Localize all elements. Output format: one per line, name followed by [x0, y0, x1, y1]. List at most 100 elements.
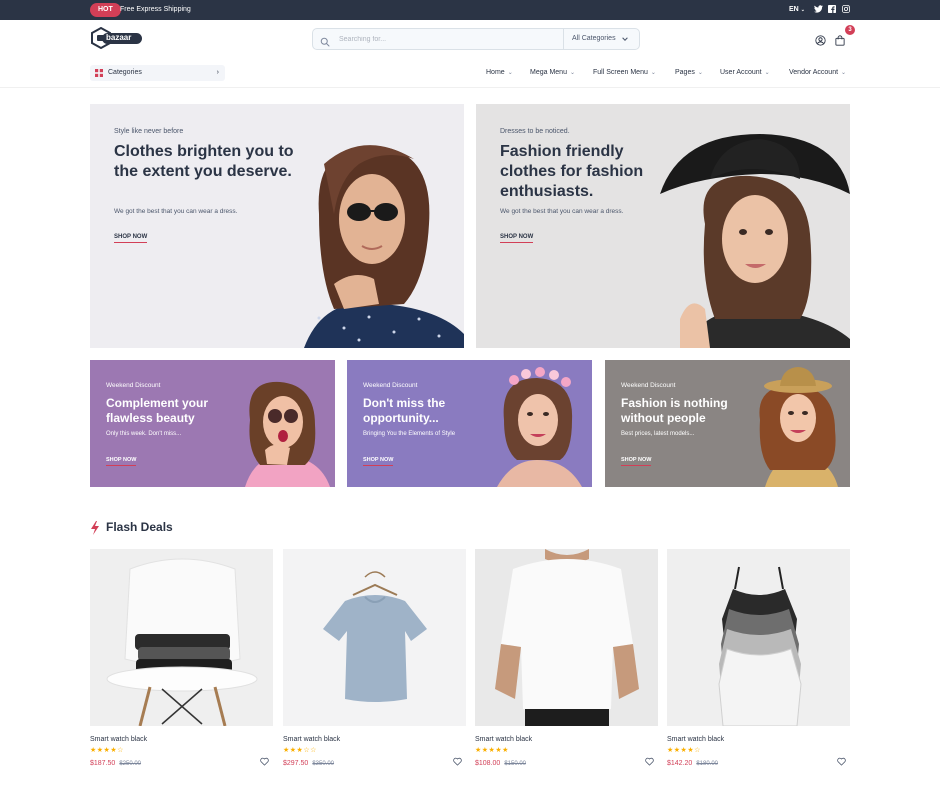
chevron-right-icon: ›: [216, 69, 219, 76]
promo-title: Complement your flawless beauty: [106, 396, 209, 425]
promo-shop-now-link[interactable]: SHOP NOW: [363, 457, 394, 466]
hero-description: We got the best that you can wear a dres…: [500, 208, 624, 215]
product-old-price: $350.00: [312, 761, 335, 767]
product-old-price: $180.00: [696, 761, 719, 767]
hero-model-image: [304, 145, 464, 348]
twitter-icon[interactable]: [813, 4, 823, 14]
promo-shop-now-link[interactable]: SHOP NOW: [621, 457, 652, 466]
nav-user-account[interactable]: User Account ⌄: [720, 67, 770, 79]
product-price: $142.20 $180.00: [667, 760, 718, 767]
product-current-price: $187.50: [90, 760, 116, 767]
hero-title: Clothes brighten you to the extent you d…: [114, 143, 294, 180]
facebook-icon[interactable]: [827, 4, 837, 14]
chevron-down-icon: [622, 37, 628, 41]
product-price: $297.50 $350.00: [283, 760, 334, 767]
chevron-down-icon: ⌄: [764, 70, 770, 76]
product-image[interactable]: [475, 549, 658, 726]
product-name[interactable]: Smart watch black: [667, 736, 724, 743]
hero-banner-1: Style like never before Clothes brighten…: [90, 104, 464, 348]
product-current-price: $297.50: [283, 760, 309, 767]
product-image[interactable]: [90, 549, 273, 726]
grid-icon: [95, 69, 103, 77]
nav-divider: [0, 87, 940, 88]
promo-model-image: [759, 367, 838, 487]
promo-description: Bringing You the Elements of Style: [363, 431, 456, 437]
user-icon[interactable]: [815, 33, 826, 51]
hero-shop-now-link[interactable]: SHOP NOW: [114, 234, 148, 243]
hot-badge: HOT: [90, 3, 121, 17]
nav-mega-menu[interactable]: Mega Menu ⌄: [530, 67, 575, 79]
promo-model-image: [245, 381, 330, 487]
product-name[interactable]: Smart watch black: [283, 736, 340, 743]
chair-with-clothes-image: [106, 558, 258, 726]
chevron-down-icon: ⌄: [697, 70, 703, 76]
bazaar-logo[interactable]: bazaar: [90, 26, 144, 50]
product-rating: ★★★☆☆: [283, 747, 317, 754]
promo-eyebrow: Weekend Discount: [621, 382, 676, 389]
product-rating: ★★★★★: [475, 747, 509, 754]
shopping-bag-icon[interactable]: [835, 33, 845, 51]
category-dropdown[interactable]: All Categories: [564, 29, 640, 49]
promo-card-3: Weekend Discount Fashion is nothing with…: [605, 360, 850, 487]
language-selector[interactable]: EN ⌄: [789, 4, 805, 16]
nav-user-account-label: User Account: [720, 69, 762, 76]
hero-shop-now-link[interactable]: SHOP NOW: [500, 234, 534, 243]
product-name[interactable]: Smart watch black: [90, 736, 147, 743]
hero-eyebrow: Dresses to be noticed.: [500, 128, 570, 135]
heart-icon[interactable]: [260, 753, 269, 771]
heart-icon[interactable]: [453, 753, 462, 771]
cart-count-badge: 3: [845, 25, 855, 35]
product-current-price: $108.00: [475, 760, 501, 767]
heart-icon[interactable]: [645, 753, 654, 771]
search-input[interactable]: [339, 31, 559, 47]
product-rating: ★★★★☆: [90, 747, 124, 754]
nav-full-screen-menu-label: Full Screen Menu: [593, 69, 648, 76]
nav-vendor-account-label: Vendor Account: [789, 69, 839, 76]
tshirt-image: [323, 571, 427, 702]
nav-pages-label: Pages: [675, 69, 695, 76]
product-rating: ★★★★☆: [667, 747, 701, 754]
nav-full-screen-menu[interactable]: Full Screen Menu ⌄: [593, 67, 656, 79]
product-name[interactable]: Smart watch black: [475, 736, 532, 743]
white-shirt-model-image: [495, 549, 639, 726]
nav-vendor-account[interactable]: Vendor Account ⌄: [789, 67, 846, 79]
product-price: $187.50 $250.00: [90, 760, 141, 767]
promo-eyebrow: Weekend Discount: [106, 382, 161, 389]
product-image[interactable]: [283, 549, 466, 726]
hero-title: Fashion friendly clothes for fashion ent…: [500, 143, 644, 200]
hero-banner-2: Dresses to be noticed. Fashion friendly …: [476, 104, 850, 348]
chevron-down-icon: ⌄: [650, 70, 656, 76]
promo-description: Only this week. Don't miss...: [106, 431, 182, 437]
categories-label: Categories: [108, 69, 142, 76]
instagram-icon[interactable]: [841, 4, 851, 14]
nav-mega-menu-label: Mega Menu: [530, 69, 567, 76]
categories-button[interactable]: Categories ›: [90, 65, 225, 81]
chevron-down-icon: ⌄: [569, 70, 575, 76]
product-current-price: $142.20: [667, 760, 693, 767]
lightning-icon: [90, 521, 100, 540]
nav-pages[interactable]: Pages ⌄: [675, 67, 703, 79]
promo-shop-now-link[interactable]: SHOP NOW: [106, 457, 137, 466]
promo-model-image: [497, 367, 582, 487]
search-icon[interactable]: [320, 34, 330, 52]
nav-home-label: Home: [486, 69, 505, 76]
language-label: EN: [789, 6, 799, 13]
hero-eyebrow: Style like never before: [114, 128, 184, 135]
promo-title: Don't miss the opportunity...: [363, 396, 446, 425]
logo-text: bazaar: [106, 33, 132, 42]
promo-eyebrow: Weekend Discount: [363, 382, 418, 389]
tank-tops-image: [718, 566, 802, 726]
category-dropdown-label: All Categories: [572, 35, 616, 42]
chevron-down-icon: ⌄: [841, 70, 847, 76]
top-bar: HOT Free Express Shipping EN ⌄: [0, 0, 940, 20]
nav-home[interactable]: Home ⌄: [486, 67, 513, 79]
hero-model-image: [660, 134, 850, 348]
heart-icon[interactable]: [837, 753, 846, 771]
chevron-down-icon: ⌄: [507, 70, 513, 76]
product-price: $108.00 $150.00: [475, 760, 526, 767]
product-image[interactable]: [667, 549, 850, 726]
product-old-price: $250.00: [119, 761, 142, 767]
hero-description: We got the best that you can wear a dres…: [114, 208, 238, 215]
flash-deals-title: Flash Deals: [106, 520, 173, 534]
shipping-notice: Free Express Shipping: [120, 6, 191, 13]
